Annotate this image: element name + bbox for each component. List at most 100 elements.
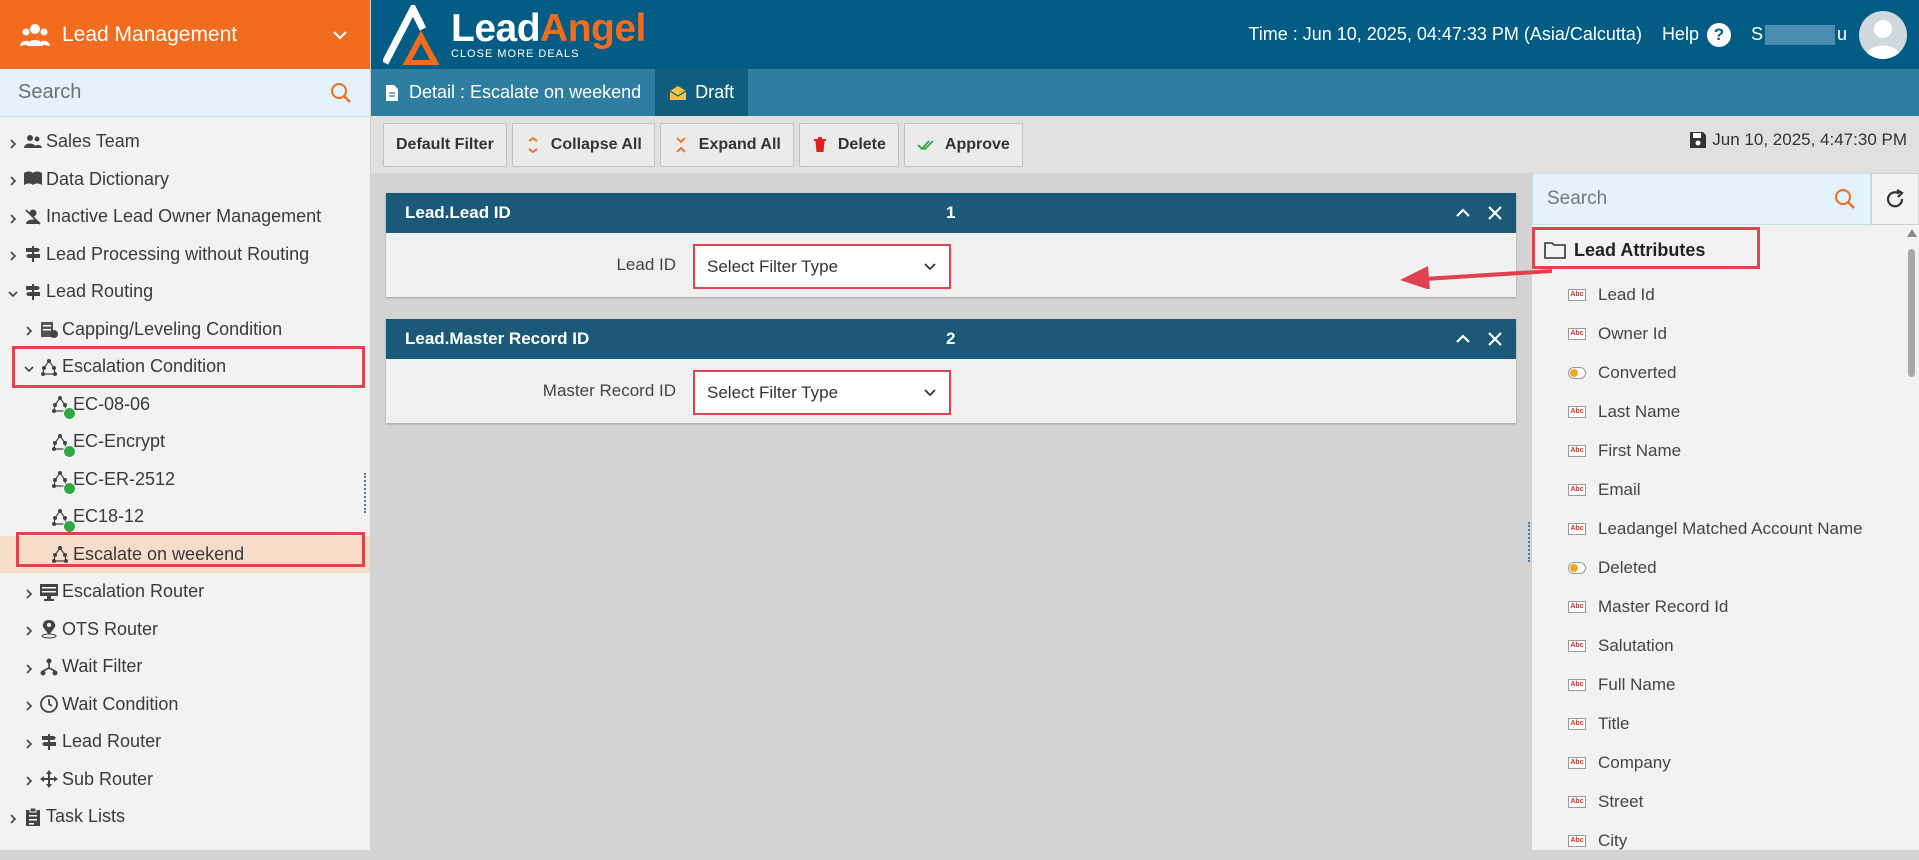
tree-item-escalation-router[interactable]: Escalation Router — [0, 573, 370, 611]
tree-item-label[interactable]: Wait Condition — [62, 694, 178, 715]
chevron-right-icon[interactable] — [22, 660, 36, 674]
attribute-label[interactable]: Last Name — [1598, 402, 1680, 422]
attribute-item[interactable]: Abc Last Name — [1532, 392, 1919, 431]
chevron-down-icon[interactable] — [6, 285, 20, 299]
user-name[interactable]: Su — [1751, 24, 1847, 46]
attribute-item[interactable]: Converted — [1532, 353, 1919, 392]
tree-item-sales-team[interactable]: Sales Team — [0, 123, 370, 161]
tree-item-label[interactable]: EC-ER-2512 — [73, 469, 175, 490]
tree-item-label[interactable]: EC-Encrypt — [73, 431, 165, 452]
search-icon[interactable] — [330, 82, 352, 104]
tree-item-wait-condition[interactable]: Wait Condition — [0, 686, 370, 724]
attribute-item[interactable]: Abc Master Record Id — [1532, 587, 1919, 626]
chevron-right-icon[interactable] — [22, 697, 36, 711]
scrollbar[interactable] — [1905, 225, 1919, 850]
attribute-item[interactable]: Abc Leadangel Matched Account Name — [1532, 509, 1919, 548]
tab-detail[interactable]: Detail : Escalate on weekend — [371, 69, 656, 116]
attribute-label[interactable]: Lead Id — [1598, 285, 1655, 305]
filter-type-select[interactable]: Select Filter Type — [693, 244, 951, 289]
tree-item-label[interactable]: Wait Filter — [62, 656, 142, 677]
tree-item-label[interactable]: Data Dictionary — [46, 169, 169, 190]
approve-button[interactable]: Approve — [903, 122, 1023, 167]
tree-item-sub-router[interactable]: Sub Router — [0, 761, 370, 799]
attribute-item[interactable]: Deleted — [1532, 548, 1919, 587]
attribute-item[interactable]: Abc Title — [1532, 704, 1919, 743]
tree-item-lead-processing-without-routing[interactable]: Lead Processing without Routing — [0, 236, 370, 274]
tree-item-label[interactable]: Sales Team — [46, 131, 140, 152]
refresh-button[interactable] — [1871, 173, 1919, 225]
attribute-label[interactable]: Title — [1598, 714, 1630, 734]
avatar[interactable] — [1859, 10, 1907, 59]
attribute-label[interactable]: Full Name — [1598, 675, 1675, 695]
tree-item-inactive-lead-owner-management[interactable]: Inactive Lead Owner Management — [0, 198, 370, 236]
module-switcher[interactable]: Lead Management — [0, 0, 370, 69]
tree-item-label[interactable]: Lead Router — [62, 731, 161, 752]
chevron-right-icon[interactable] — [6, 135, 20, 149]
default-filter-button[interactable]: Default Filter — [383, 122, 507, 167]
chevron-right-icon[interactable] — [22, 585, 36, 599]
chevron-right-icon[interactable] — [22, 735, 36, 749]
tree-item-label[interactable]: Escalation Router — [62, 581, 204, 602]
help-icon[interactable]: ? — [1706, 22, 1731, 47]
chevron-up-icon[interactable] — [1454, 204, 1472, 222]
attribute-label[interactable]: Company — [1598, 753, 1671, 773]
attribute-item[interactable]: Abc Salutation — [1532, 626, 1919, 665]
filter-type-select[interactable]: Select Filter Type — [693, 370, 951, 415]
expand-all-button[interactable]: Expand All — [659, 122, 794, 167]
tab-draft[interactable]: Draft — [655, 69, 749, 116]
tree-item-ots-router[interactable]: OTS Router — [0, 611, 370, 649]
search-icon[interactable] — [1834, 188, 1856, 210]
attribute-label[interactable]: City — [1598, 831, 1627, 851]
attribute-item[interactable]: Abc First Name — [1532, 431, 1919, 470]
scrollbar-thumb[interactable] — [1908, 249, 1915, 377]
sidebar-search-input[interactable]: Search — [18, 81, 330, 104]
chevron-right-icon[interactable] — [22, 772, 36, 786]
chevron-down-icon[interactable] — [330, 25, 350, 45]
chevron-right-icon[interactable] — [22, 622, 36, 636]
tree-item-label[interactable]: Inactive Lead Owner Management — [46, 206, 321, 227]
tree-item-lead-routing[interactable]: Lead Routing — [0, 273, 370, 311]
tree-item-capping-leveling-condition[interactable]: Capping/Leveling Condition — [0, 311, 370, 349]
chevron-right-icon[interactable] — [22, 322, 36, 336]
chevron-right-icon[interactable] — [6, 247, 20, 261]
tree-item-task-lists[interactable]: Task Lists — [0, 798, 370, 836]
close-icon[interactable] — [1486, 204, 1504, 222]
close-icon[interactable] — [1486, 330, 1504, 348]
tree-item-label[interactable]: Sub Router — [62, 769, 153, 790]
tab-detail-label[interactable]: Detail : Escalate on weekend — [409, 82, 641, 103]
chevron-right-icon[interactable] — [6, 810, 20, 824]
chevron-down-icon[interactable] — [22, 360, 36, 374]
tree-item-label[interactable]: EC-08-06 — [73, 394, 150, 415]
tree-item-ec-encrypt[interactable]: EC-Encrypt — [0, 423, 370, 461]
attribute-label[interactable]: Deleted — [1598, 558, 1657, 578]
tree-item-label[interactable]: OTS Router — [62, 619, 158, 640]
chevron-right-icon[interactable] — [6, 172, 20, 186]
chevron-up-icon[interactable] — [1454, 330, 1472, 348]
collapse-all-button[interactable]: Collapse All — [511, 122, 655, 167]
tree-item-ec-er-2512[interactable]: EC-ER-2512 — [0, 461, 370, 499]
tree-item-escalation-condition[interactable]: Escalation Condition — [0, 348, 370, 386]
tree-item-label[interactable]: Lead Processing without Routing — [46, 244, 309, 265]
attribute-search-input[interactable]: Search — [1547, 188, 1834, 210]
tree-item-wait-filter[interactable]: Wait Filter — [0, 648, 370, 686]
help-label[interactable]: Help — [1662, 24, 1699, 45]
attribute-item[interactable]: Abc Email — [1532, 470, 1919, 509]
tree-item-lead-router[interactable]: Lead Router — [0, 723, 370, 761]
attribute-label[interactable]: Master Record Id — [1598, 597, 1728, 617]
tree-item-label[interactable]: EC18-12 — [73, 506, 144, 527]
attribute-item[interactable]: Abc Full Name — [1532, 665, 1919, 704]
left-splitter-handle[interactable] — [364, 473, 368, 513]
attribute-item[interactable]: Abc Owner Id — [1532, 314, 1919, 353]
sidebar-search[interactable]: Search — [0, 69, 370, 117]
attribute-label[interactable]: Leadangel Matched Account Name — [1598, 519, 1863, 539]
attribute-search[interactable]: Search — [1532, 173, 1871, 225]
attribute-label[interactable]: Street — [1598, 792, 1643, 812]
scroll-up-arrow[interactable] — [1907, 229, 1917, 237]
tab-draft-label[interactable]: Draft — [695, 82, 734, 103]
attribute-item[interactable]: Abc Company — [1532, 743, 1919, 782]
tree-item-label[interactable]: Capping/Leveling Condition — [62, 319, 282, 340]
tree-item-label[interactable]: Task Lists — [46, 806, 125, 827]
tree-item-ec-08-06[interactable]: EC-08-06 — [0, 386, 370, 424]
delete-button[interactable]: Delete — [798, 122, 899, 167]
user-menu[interactable]: Su — [1751, 10, 1907, 59]
